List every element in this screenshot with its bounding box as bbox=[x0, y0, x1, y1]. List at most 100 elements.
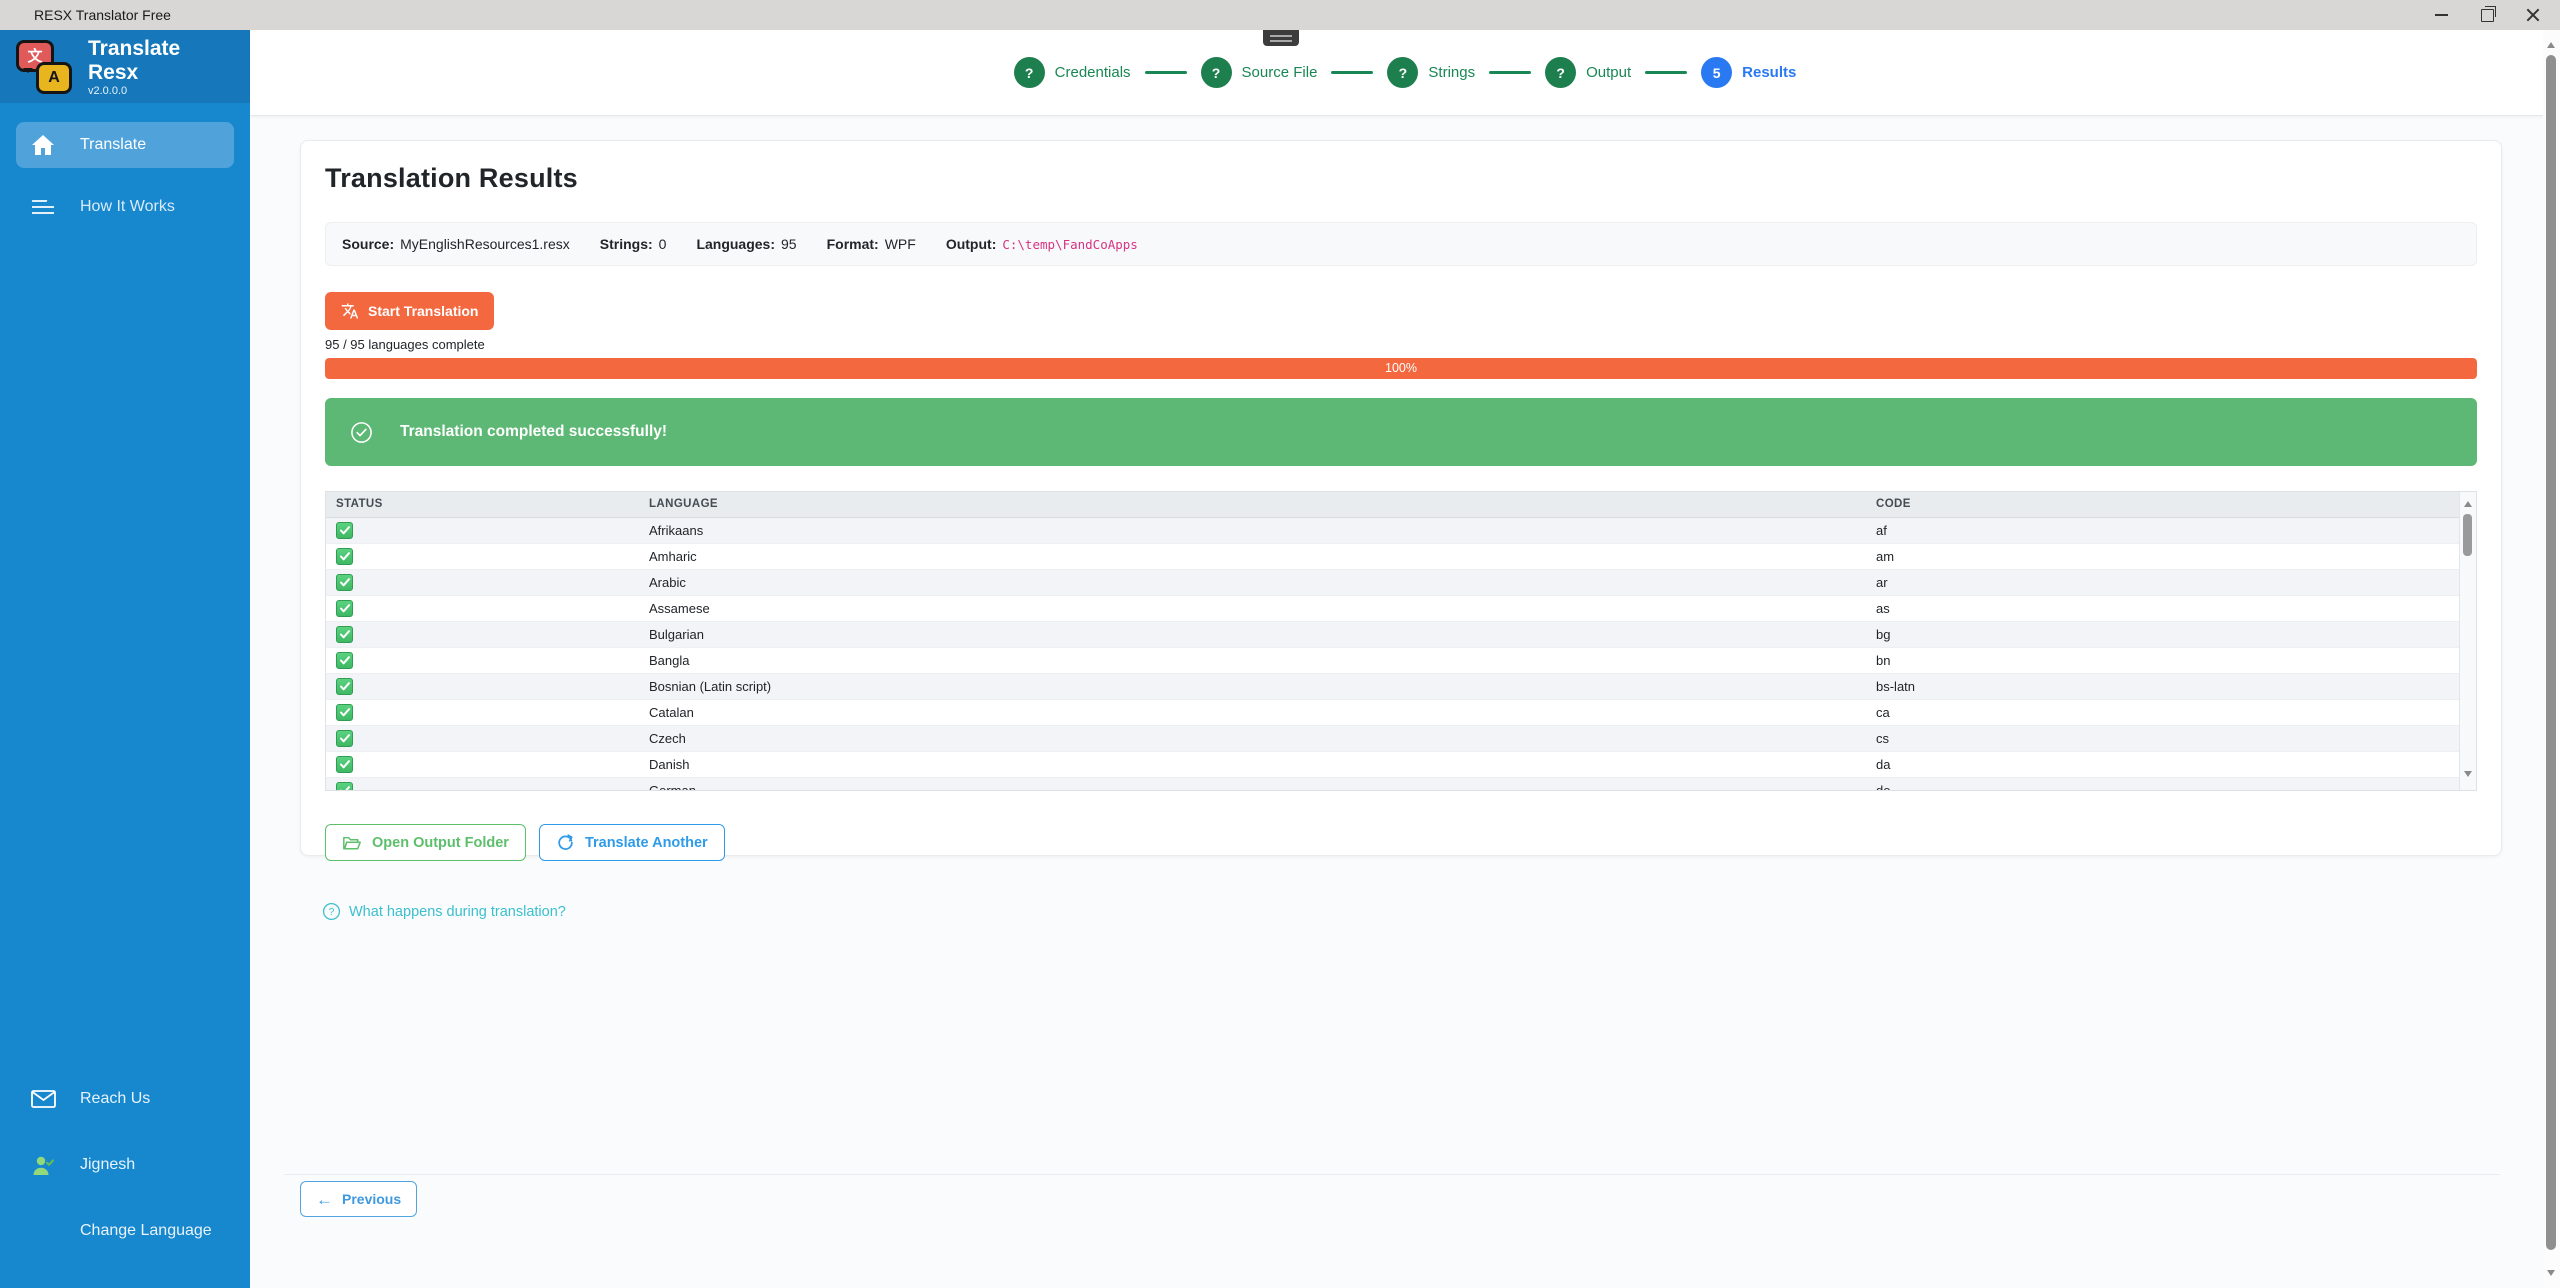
result-actions: Open Output Folder Translate Another bbox=[325, 824, 2477, 861]
code-cell: af bbox=[1866, 518, 2476, 543]
step-badge: ? bbox=[1545, 57, 1576, 88]
home-icon bbox=[30, 134, 56, 156]
sidebar-item-translate[interactable]: Translate bbox=[16, 122, 234, 168]
wizard-step-source-file[interactable]: ? Source File bbox=[1201, 57, 1318, 88]
summary-value: MyEnglishResources1.resx bbox=[400, 236, 570, 252]
close-button[interactable] bbox=[2510, 0, 2556, 30]
wizard-step-output[interactable]: ? Output bbox=[1545, 57, 1631, 88]
column-header-code[interactable]: CODE bbox=[1866, 492, 2476, 517]
language-cell: Bulgarian bbox=[639, 622, 1866, 647]
language-cell: Assamese bbox=[639, 596, 1866, 621]
minimize-icon bbox=[2435, 14, 2448, 16]
sidebar-item-label: How It Works bbox=[80, 198, 175, 216]
table-scrollbar-thumb[interactable] bbox=[2463, 514, 2472, 556]
text-lines-icon bbox=[30, 200, 56, 214]
restore-button[interactable] bbox=[2464, 0, 2510, 30]
step-connector bbox=[1331, 71, 1373, 74]
minimize-button[interactable] bbox=[2418, 0, 2464, 30]
table-row[interactable]: Germande bbox=[326, 778, 2476, 791]
table-row[interactable]: Afrikaansaf bbox=[326, 518, 2476, 544]
table-row[interactable]: Banglabn bbox=[326, 648, 2476, 674]
status-cell bbox=[326, 622, 639, 647]
column-header-language[interactable]: LANGUAGE bbox=[639, 492, 1866, 517]
check-icon bbox=[336, 782, 353, 791]
table-scrollbar[interactable] bbox=[2459, 492, 2476, 790]
step-connector bbox=[1489, 71, 1531, 74]
wizard-step-credentials[interactable]: ?Credentials bbox=[1014, 57, 1131, 88]
progress-percent-label: 100% bbox=[1385, 361, 1417, 375]
step-label: Results bbox=[1742, 64, 1796, 81]
open-folder-icon bbox=[342, 834, 362, 852]
app-version: v2.0.0.0 bbox=[88, 85, 234, 97]
page-scrollbar-thumb[interactable] bbox=[2546, 55, 2556, 1250]
footer: ← Previous bbox=[284, 1174, 2500, 1217]
table-row[interactable]: Danishda bbox=[326, 752, 2476, 778]
sidebar-item-how-it-works[interactable]: How It Works bbox=[16, 184, 234, 230]
step-connector bbox=[1145, 71, 1187, 74]
page-title: Translation Results bbox=[325, 155, 2477, 194]
sidebar-nav: Translate How It Works bbox=[0, 122, 250, 230]
translate-another-button[interactable]: Translate Another bbox=[539, 824, 725, 861]
help-link[interactable]: ? What happens during translation? bbox=[322, 902, 566, 921]
svg-text:?: ? bbox=[329, 907, 335, 918]
wizard-step-strings[interactable]: ?Strings bbox=[1387, 57, 1475, 88]
step-badge: ? bbox=[1201, 57, 1232, 88]
status-cell bbox=[326, 544, 639, 569]
app-name: Translate Resx bbox=[88, 37, 234, 85]
summary-value: 95 bbox=[781, 236, 797, 252]
scroll-down-icon[interactable] bbox=[2464, 771, 2472, 781]
table-row[interactable]: Amharicam bbox=[326, 544, 2476, 570]
main-area: ?Credentials?Source File?Strings?Output5… bbox=[250, 30, 2560, 1288]
scroll-up-icon[interactable] bbox=[2464, 497, 2472, 507]
table-row[interactable]: Catalanca bbox=[326, 700, 2476, 726]
check-icon bbox=[336, 704, 353, 721]
sidebar-item-change-language[interactable]: Change Language bbox=[16, 1208, 234, 1254]
summary-label: Languages: bbox=[696, 236, 775, 252]
status-cell bbox=[326, 648, 639, 673]
check-icon bbox=[336, 574, 353, 591]
check-icon bbox=[336, 626, 353, 643]
open-output-folder-button[interactable]: Open Output Folder bbox=[325, 824, 526, 861]
translate-icon bbox=[341, 302, 359, 320]
left-arrow-icon: ← bbox=[316, 1191, 333, 1208]
previous-button-label: Previous bbox=[342, 1191, 401, 1207]
summary-source: Source:MyEnglishResources1.resx bbox=[342, 236, 570, 252]
table-row[interactable]: Bulgarianbg bbox=[326, 622, 2476, 648]
page-scroll-down-icon[interactable] bbox=[2547, 1270, 2555, 1280]
summary-format: Format:WPF bbox=[827, 236, 916, 252]
sidebar-item-label: Change Language bbox=[80, 1222, 212, 1240]
sidebar-item-jignesh[interactable]: Jignesh bbox=[16, 1142, 234, 1188]
table-row[interactable]: Czechcs bbox=[326, 726, 2476, 752]
close-icon bbox=[2526, 8, 2540, 22]
code-cell: bg bbox=[1866, 622, 2476, 647]
progress-status-text: 95 / 95 languages complete bbox=[325, 337, 2477, 352]
window-title: RESX Translator Free bbox=[34, 0, 171, 30]
progress-bar: 100% bbox=[325, 358, 2477, 379]
success-alert: Translation completed successfully! bbox=[325, 398, 2477, 466]
column-header-status[interactable]: STATUS bbox=[326, 492, 639, 517]
summary-label: Format: bbox=[827, 236, 879, 252]
page-scrollbar[interactable] bbox=[2543, 30, 2560, 1288]
summary-strings: Strings:0 bbox=[600, 236, 667, 252]
wizard-step-results[interactable]: 5Results bbox=[1701, 57, 1796, 88]
drag-handle[interactable] bbox=[1263, 30, 1299, 46]
language-cell: Amharic bbox=[639, 544, 1866, 569]
step-label: Output bbox=[1586, 64, 1631, 81]
table-row[interactable]: Arabicar bbox=[326, 570, 2476, 596]
language-cell: German bbox=[639, 778, 1866, 791]
sidebar-item-reach-us[interactable]: Reach Us bbox=[16, 1076, 234, 1122]
language-cell: Afrikaans bbox=[639, 518, 1866, 543]
start-translation-button[interactable]: Start Translation bbox=[325, 292, 494, 330]
page-scroll-up-icon[interactable] bbox=[2547, 38, 2555, 48]
step-label: Source File bbox=[1242, 64, 1318, 81]
step-label: Strings bbox=[1428, 64, 1475, 81]
wizard-steps: ?Credentials? Source File ?Strings? Output 5… bbox=[250, 30, 2560, 116]
code-cell: as bbox=[1866, 596, 2476, 621]
sidebar-header: 文 A Translate Resx v2.0.0.0 bbox=[0, 30, 250, 103]
success-alert-message: Translation completed successfully! bbox=[400, 423, 667, 441]
summary-output: Output:C:\temp\FandCoApps bbox=[946, 236, 1138, 252]
language-cell: Danish bbox=[639, 752, 1866, 777]
table-row[interactable]: Assameseas bbox=[326, 596, 2476, 622]
table-row[interactable]: Bosnian (Latin script)bs-latn bbox=[326, 674, 2476, 700]
previous-button[interactable]: ← Previous bbox=[300, 1181, 417, 1217]
